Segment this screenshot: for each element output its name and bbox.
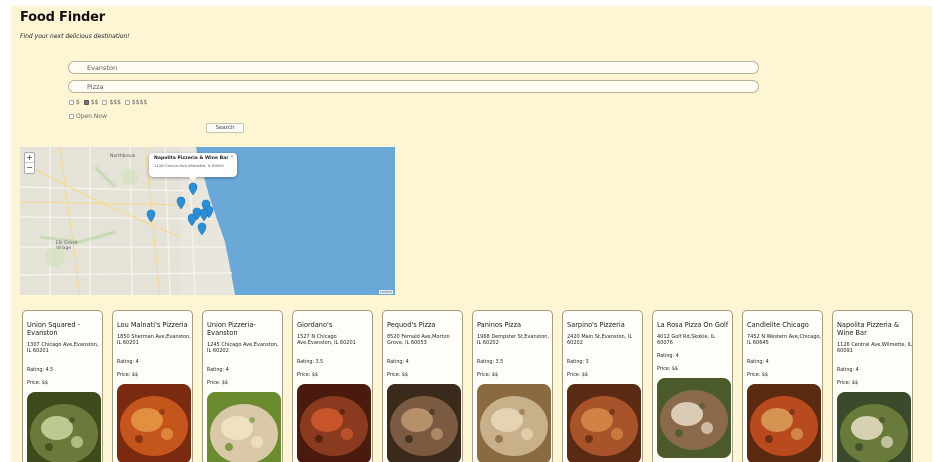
card-price: Price: $$ xyxy=(657,367,678,372)
card-photo[interactable] xyxy=(837,392,911,462)
result-card[interactable]: Paninos Pizza 1968 Dempster St,Evanston, … xyxy=(472,310,553,462)
result-card[interactable]: Napolita Pizzeria & Wine Bar 1126 Central… xyxy=(832,310,913,462)
map-attribution[interactable]: Leaflet xyxy=(379,290,393,294)
map-label-northbrook: Northbrook xyxy=(110,154,136,159)
zoom-in-button[interactable]: + xyxy=(25,153,34,163)
price-2-checkbox[interactable] xyxy=(83,100,89,105)
price-4-label: $$$$ xyxy=(131,99,148,106)
result-card[interactable]: Lou Malnati's Pizzeria 1850 Sherman Ave,E… xyxy=(112,310,193,462)
price-option-2[interactable]: $$ xyxy=(83,99,99,106)
card-price: Price: $$ xyxy=(747,373,768,378)
open-now-label: Open Now xyxy=(76,113,107,120)
card-rating: Rating: 3 xyxy=(567,360,589,365)
result-card[interactable]: Union Pizzeria- Evanston 1245 Chicago Ave… xyxy=(202,310,283,462)
price-option-1[interactable]: $ xyxy=(69,99,80,106)
result-card[interactable]: Giordano's 1527 N Chicago Ave,Evanston, I… xyxy=(292,310,373,462)
card-rating: Rating: 3.5 xyxy=(297,360,324,365)
card-price: Price: $$ xyxy=(27,381,48,386)
card-rating: Rating: 4.5 xyxy=(27,368,54,373)
card-name: Union Pizzeria- Evanston xyxy=(207,321,256,337)
card-address: 1527 N Chicago Ave,Evanston, IL 60201 xyxy=(297,334,356,346)
card-address: 7452 N Western Ave,Chicago, IL 60645 xyxy=(747,334,822,346)
card-rating: Rating: 4 xyxy=(117,360,139,365)
card-photo[interactable] xyxy=(567,384,641,462)
price-1-label: $ xyxy=(76,99,80,106)
popup-close-icon[interactable]: × xyxy=(230,154,234,160)
card-rating: Rating: 4 xyxy=(837,368,859,373)
card-rating: Rating: 3.5 xyxy=(477,360,504,365)
price-4-checkbox[interactable] xyxy=(124,100,130,105)
card-name: Giordano's xyxy=(297,321,333,329)
card-address: 2420 Main St,Evanston, IL 60202 xyxy=(567,334,633,346)
card-photo[interactable] xyxy=(117,384,191,462)
card-address: 1245 Chicago Ave,Evanston, IL 60202 xyxy=(207,342,279,354)
card-name: Union Squared - Evanston xyxy=(27,321,81,337)
popup-name: Napolita Pizzeria & Wine Bar xyxy=(154,156,229,161)
price-2-label: $$ xyxy=(90,99,99,106)
card-name: Lou Malnati's Pizzeria xyxy=(117,321,188,329)
location-input[interactable]: Evanston xyxy=(68,61,759,74)
price-option-4[interactable]: $$$$ xyxy=(124,99,148,106)
map-zoom-control: + − xyxy=(24,152,35,174)
card-photo[interactable] xyxy=(297,384,371,462)
card-address: 1968 Dempster St,Evanston, IL 60202 xyxy=(477,334,550,346)
search-button[interactable]: Search xyxy=(206,123,244,133)
card-price: Price: $$ xyxy=(207,381,228,386)
page-container: Food Finder Find your next delicious des… xyxy=(11,6,932,462)
card-name: La Rosa Pizza On Golf xyxy=(657,321,729,329)
open-now-option[interactable]: Open Now xyxy=(69,113,107,120)
price-filter: $ $$ $$$ $$$$ xyxy=(69,99,147,106)
result-card[interactable]: Sarpino's Pizzeria 2420 Main St,Evanston,… xyxy=(562,310,643,462)
popup-address: 1126 Central Ave,Wilmette, IL 60091 xyxy=(154,163,225,168)
card-photo[interactable] xyxy=(207,392,281,462)
card-address: 8520 Fernald Ave,Morton Grove, IL 60053 xyxy=(387,334,450,346)
card-photo[interactable] xyxy=(747,384,821,462)
price-3-checkbox[interactable] xyxy=(102,100,108,105)
card-address: 1126 Central Ave,Wilmette, IL 60091 xyxy=(837,342,912,354)
zoom-out-button[interactable]: − xyxy=(25,163,34,173)
result-card[interactable]: La Rosa Pizza On Golf 4012 Golf Rd,Skokie… xyxy=(652,310,733,462)
card-name: Napolita Pizzeria & Wine Bar xyxy=(837,321,900,337)
card-price: Price: $$ xyxy=(837,381,858,386)
open-now-checkbox[interactable] xyxy=(69,114,74,119)
price-option-3[interactable]: $$$ xyxy=(102,99,121,106)
price-3-label: $$$ xyxy=(109,99,121,106)
app-subtitle: Find your next delicious destination! xyxy=(20,33,130,40)
card-price: Price: $$ xyxy=(567,373,588,378)
app-title: Food Finder xyxy=(20,10,105,25)
results-map[interactable]: Northbrook Elk Grove Village + − × Napol… xyxy=(20,147,395,295)
card-address: 4012 Golf Rd,Skokie, IL 60076 xyxy=(657,334,715,346)
card-price: Price: $$ xyxy=(477,373,498,378)
card-rating: Rating: 4 xyxy=(657,354,679,359)
card-price: Price: $$ xyxy=(297,373,318,378)
result-card[interactable]: Pequod's Pizza 8520 Fernald Ave,Morton Gr… xyxy=(382,310,463,462)
result-card[interactable]: Union Squared - Evanston 1307 Chicago Ave… xyxy=(22,310,103,462)
card-rating: Rating: 4 xyxy=(387,360,409,365)
result-card[interactable]: Candlelite Chicago 7452 N Western Ave,Chi… xyxy=(742,310,823,462)
card-price: Price: $$ xyxy=(117,373,138,378)
card-photo[interactable] xyxy=(27,392,101,462)
card-name: Paninos Pizza xyxy=(477,321,522,329)
card-name: Candlelite Chicago xyxy=(747,321,809,329)
popup-tail xyxy=(189,177,197,181)
card-name: Sarpino's Pizzeria xyxy=(567,321,625,329)
card-photo[interactable] xyxy=(657,378,731,458)
card-address: 1307 Chicago Ave,Evanston, IL 60201 xyxy=(27,342,99,354)
search-term-input[interactable]: Pizza xyxy=(68,80,759,93)
card-photo[interactable] xyxy=(477,384,551,462)
card-rating: Rating: 4 xyxy=(207,368,229,373)
card-address: 1850 Sherman Ave,Evanston, IL 60201 xyxy=(117,334,191,346)
card-price: Price: $$ xyxy=(387,373,408,378)
map-popup: × Napolita Pizzeria & Wine Bar 1126 Cent… xyxy=(149,153,237,181)
card-name: Pequod's Pizza xyxy=(387,321,436,329)
map-label-elk-grove: Elk Grove Village xyxy=(56,241,78,251)
card-photo[interactable] xyxy=(387,384,461,462)
card-rating: Rating: 4 xyxy=(747,360,769,365)
price-1-checkbox[interactable] xyxy=(69,100,74,105)
